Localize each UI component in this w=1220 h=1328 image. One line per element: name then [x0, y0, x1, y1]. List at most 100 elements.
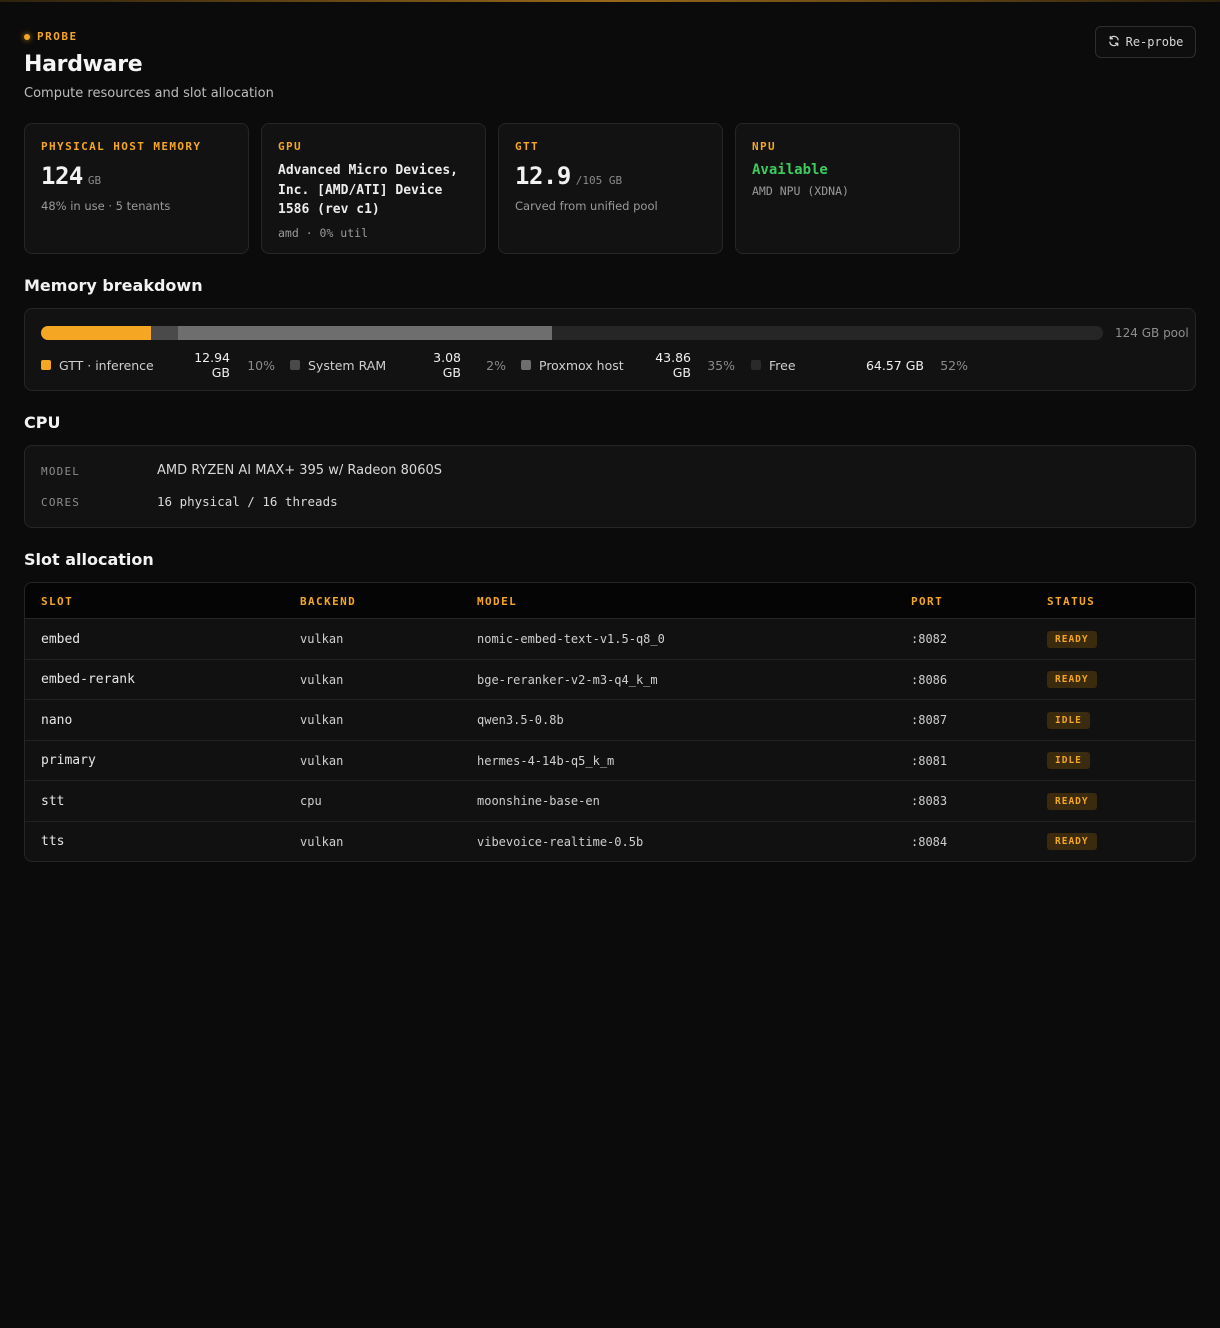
- cell-model: qwen3.5-0.8b: [477, 713, 564, 727]
- cell-status: IDLE: [1047, 700, 1090, 740]
- eyebrow-label: PROBE: [37, 30, 78, 43]
- legend-name: System RAM: [308, 357, 387, 373]
- cpu-model-value: AMD RYZEN AI MAX+ 395 w/ Radeon 8060S: [157, 463, 442, 478]
- cell-backend: vulkan: [300, 632, 344, 646]
- reprobe-label: Re-probe: [1125, 35, 1184, 49]
- legend-value: 12.94 GB: [194, 350, 230, 380]
- cell-model: bge-reranker-v2-m3-q4_k_m: [477, 672, 658, 687]
- legend-value: 43.86 GB: [655, 350, 691, 380]
- cell-slot: nano: [41, 712, 73, 728]
- column-header-port[interactable]: PORT: [911, 595, 943, 608]
- npu-card-label: NPU: [752, 140, 777, 153]
- gpu-note: amd · 0% util: [278, 225, 369, 240]
- memory-breakdown-panel: 124 GB pool GTT · inference 12.94 GB 10% Sy…: [24, 308, 1196, 391]
- memory-segment: [177, 326, 552, 340]
- cell-model: nomic-embed-text-v1.5-q8_0: [477, 632, 665, 646]
- top-accent-line: [0, 0, 1220, 2]
- legend-name: GTT · inference: [59, 357, 154, 373]
- slot-allocation-title: Slot allocation: [24, 550, 154, 569]
- cell-slot: embed-rerank: [41, 672, 135, 687]
- cell-slot: stt: [41, 793, 65, 809]
- table-row[interactable]: embed vulkan nomic-embed-text-v1.5-q8_0 :80…: [25, 619, 1195, 660]
- memory-legend: GTT · inference 12.94 GB 10% System RAM 3.08…: [41, 350, 968, 380]
- cpu-cores-key: CORES: [41, 496, 81, 509]
- memory-segment: [551, 326, 1103, 340]
- reprobe-button[interactable]: Re-probe: [1095, 26, 1196, 58]
- legend-percent: 52%: [940, 357, 968, 373]
- cell-port: :8084: [911, 834, 948, 849]
- cell-slot: tts: [41, 834, 65, 849]
- legend-item: System RAM 3.08 GB 2%: [290, 350, 506, 380]
- legend-percent: 10%: [247, 357, 275, 373]
- cell-backend: vulkan: [300, 753, 344, 768]
- legend-percent: 2%: [486, 357, 506, 373]
- memory-breakdown-title: Memory breakdown: [24, 276, 203, 295]
- cell-port: :8083: [911, 794, 948, 808]
- cpu-title: CPU: [24, 413, 61, 432]
- memory-value: 124: [41, 162, 83, 190]
- gtt-card-label: GTT: [515, 140, 540, 153]
- status-badge: IDLE: [1047, 752, 1090, 769]
- status-badge: READY: [1047, 833, 1097, 850]
- slot-table: SLOT BACKEND MODEL PORT STATUS embed vulk…: [24, 582, 1196, 862]
- eyebrow: PROBE: [24, 30, 78, 43]
- memory-segment: [41, 326, 152, 340]
- memory-unit: GB: [87, 174, 102, 187]
- gtt-card: GTT 12.9 /105 GB Carved from unified poo…: [498, 123, 723, 254]
- gpu-name: Advanced Micro Devices, Inc. [AMD/ATI] D…: [278, 163, 459, 217]
- memory-card-label: PHYSICAL HOST MEMORY: [41, 140, 202, 153]
- cpu-cores-value: 16 physical / 16 threads: [157, 494, 338, 509]
- legend-swatch: [751, 360, 761, 370]
- npu-card: NPU Available AMD NPU (XDNA): [735, 123, 960, 254]
- status-dot-icon: [24, 33, 30, 40]
- legend-swatch: [521, 360, 531, 370]
- table-row[interactable]: primary vulkan hermes-4-14b-q5_k_m:8081 IDL…: [25, 741, 1195, 781]
- table-header: SLOT BACKEND MODEL PORT STATUS: [25, 583, 1195, 619]
- cpu-panel: MODEL AMD RYZEN AI MAX+ 395 w/ Radeon 80…: [24, 445, 1196, 528]
- status-badge: READY: [1047, 792, 1097, 810]
- column-header-status[interactable]: STATUS: [1047, 595, 1095, 608]
- refresh-icon: [1108, 35, 1120, 50]
- table-row[interactable]: stt cpu moonshine-base-en :8083 READY: [25, 781, 1195, 822]
- gtt-note: Carved from unified pool: [515, 199, 658, 213]
- status-badge: IDLE: [1047, 711, 1090, 729]
- cell-port: :8087: [911, 713, 948, 727]
- legend-item: Proxmox host 43.86 GB 35%: [521, 350, 735, 380]
- gtt-unit: /105 GB: [575, 174, 623, 187]
- cell-backend: vulkan: [300, 713, 344, 727]
- cell-status: READY: [1047, 619, 1097, 659]
- column-header-model[interactable]: MODEL: [477, 595, 517, 608]
- legend-swatch: [41, 360, 51, 370]
- legend-swatch: [290, 360, 300, 370]
- legend-name: Proxmox host: [539, 357, 624, 373]
- npu-status: Available: [752, 162, 828, 178]
- table-row[interactable]: tts vulkan vibevoice-realtime-0.5b :8084 REA…: [25, 822, 1195, 862]
- cell-status: READY: [1047, 781, 1097, 821]
- memory-card: PHYSICAL HOST MEMORY 124 GB 48% in use ·…: [24, 123, 249, 254]
- table-row[interactable]: nano vulkan qwen3.5-0.8b :8087 IDLE: [25, 700, 1195, 741]
- cell-backend: cpu: [300, 794, 322, 808]
- cell-model: moonshine-base-en: [477, 794, 600, 808]
- legend-item: GTT · inference 12.94 GB 10%: [41, 350, 275, 380]
- column-header-backend[interactable]: BACKEND: [300, 595, 356, 608]
- page-subtitle: Compute resources and slot allocation: [24, 86, 274, 101]
- cell-backend: vulkan: [300, 834, 344, 849]
- cpu-model-key: MODEL: [41, 465, 81, 478]
- legend-percent: 35%: [707, 357, 735, 373]
- memory-segment: [151, 326, 178, 340]
- npu-note: AMD NPU (XDNA): [752, 184, 849, 198]
- cell-slot: embed: [41, 631, 81, 647]
- table-row[interactable]: embed-rerank vulkan bge-reranker-v2-m3-q4_…: [25, 660, 1195, 700]
- cell-status: READY: [1047, 822, 1097, 862]
- cell-model: vibevoice-realtime-0.5b: [477, 834, 644, 849]
- page-header: PROBE Hardware Compute resources and slo…: [24, 26, 1196, 108]
- gpu-card-label: GPU: [278, 140, 303, 153]
- status-badge: READY: [1047, 671, 1097, 688]
- column-header-slot[interactable]: SLOT: [41, 595, 73, 608]
- memory-note: 48% in use · 5 tenants: [41, 199, 171, 213]
- cell-model: hermes-4-14b-q5_k_m: [477, 753, 615, 768]
- pool-label: 124 GB pool: [1115, 326, 1189, 340]
- cell-port: :8082: [911, 632, 948, 646]
- cell-slot: primary: [41, 753, 96, 768]
- memory-usage-bar: [41, 326, 1103, 340]
